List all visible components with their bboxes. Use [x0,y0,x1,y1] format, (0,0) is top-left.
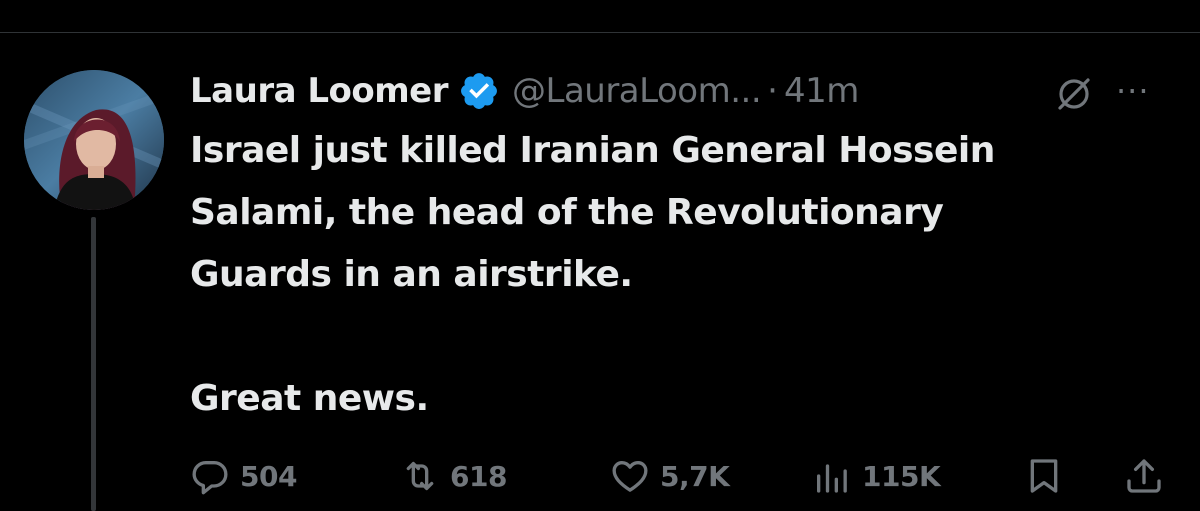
reply-button[interactable]: 504 [190,450,297,502]
repost-count: 618 [450,459,507,493]
tweet-text-line: Israel just killed Iranian General Hosse… [190,130,995,171]
bookmark-button[interactable] [1024,450,1074,502]
reply-count: 504 [240,459,297,493]
tweet-text-line: Guards in an airstrike. [190,254,633,295]
bookmark-icon [1030,459,1058,493]
repost-button[interactable]: 618 [400,450,507,502]
views-icon [817,464,847,493]
heart-icon [612,461,648,492]
separator-dot: · [767,71,778,111]
tweet-text: Israel just killed Iranian General Hosse… [190,120,1150,430]
like-button[interactable]: 5,7K [610,450,730,502]
views-count: 115K [862,459,941,493]
grok-icon[interactable] [1054,74,1094,114]
repost-icon [406,461,434,491]
like-count: 5,7K [660,459,730,493]
avatar-image [24,70,164,210]
tweet-text-line: Great news. [190,378,429,419]
author-handle[interactable]: @LauraLoom... [512,71,762,111]
action-bar: 504 618 5,7K 115K [0,450,1200,502]
avatar[interactable] [24,70,164,210]
timestamp[interactable]: 41m [784,71,859,111]
share-button[interactable] [1124,450,1174,502]
views-button[interactable]: 115K [812,450,941,502]
share-icon [1127,459,1161,493]
author-name[interactable]: Laura Loomer [190,71,449,111]
more-options-button[interactable]: ··· [1116,75,1150,107]
tweet-text-line: Salami, the head of the Revolutionary [190,192,944,233]
verified-badge-icon [461,73,497,109]
reply-icon [192,461,228,495]
tweet-header: Laura Loomer @LauraLoom... · 41m [190,66,859,116]
top-divider [0,32,1200,33]
